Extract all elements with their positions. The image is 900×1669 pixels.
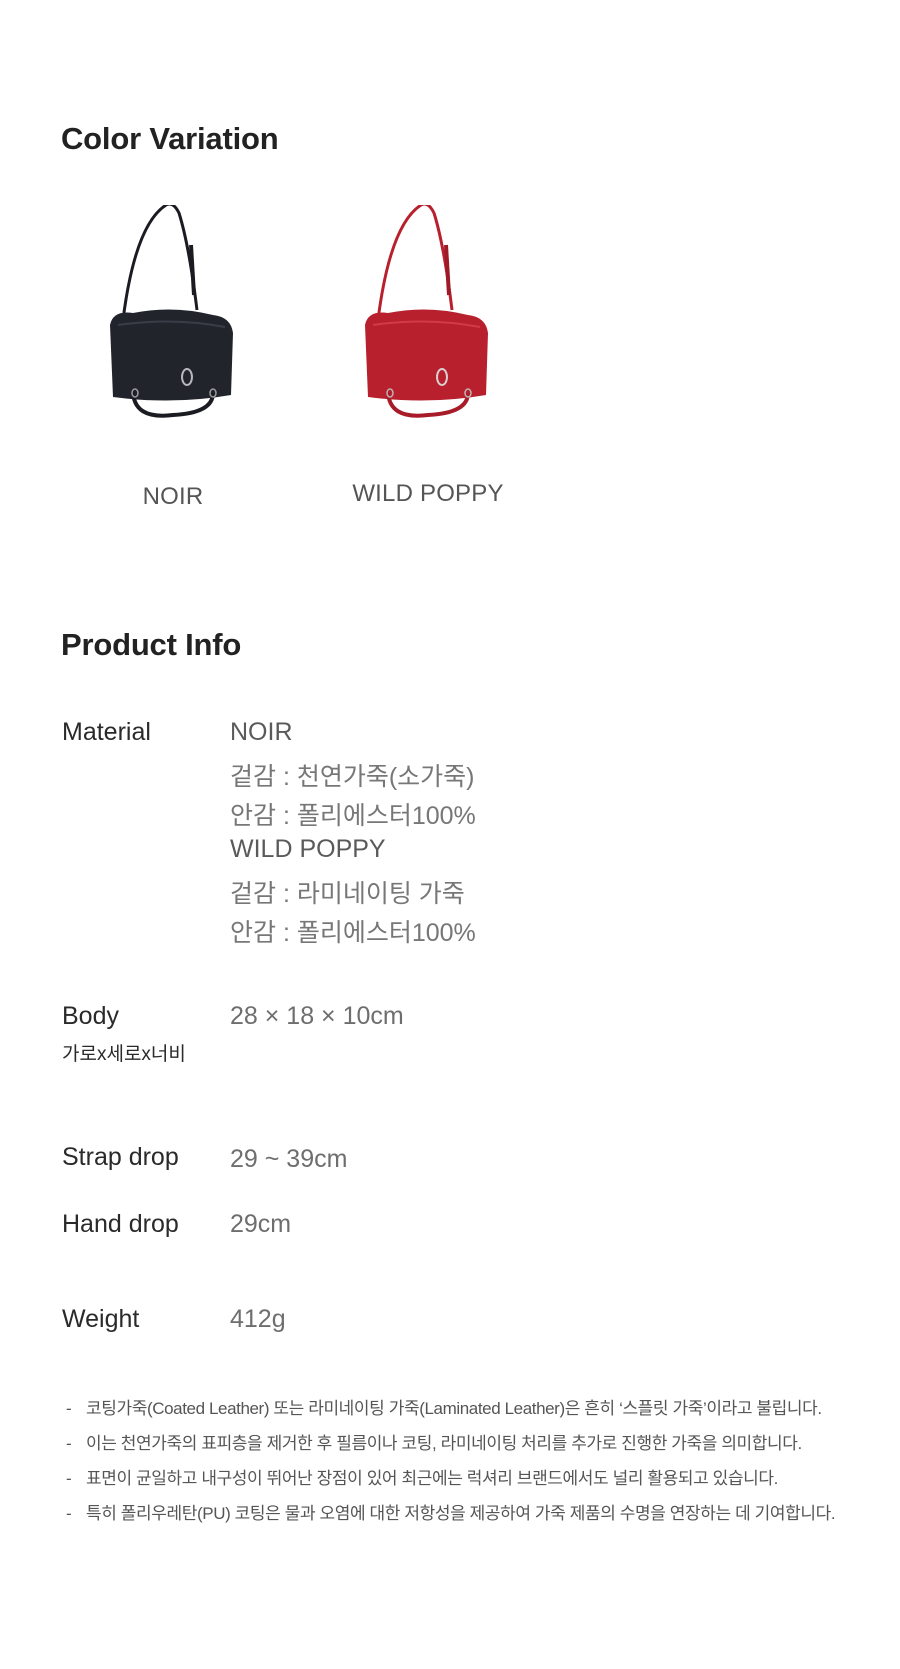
note-item: - 표면이 균일하고 내구성이 뛰어난 장점이 있어 최근에는 럭셔리 브랜드에서… <box>66 1464 778 1489</box>
bag-image-noir <box>110 205 233 418</box>
variant-name-wild-poppy: WILD POPPY <box>352 480 504 507</box>
bag-image-wild-poppy <box>365 205 488 418</box>
hand-drop-label: Hand drop <box>62 1210 179 1238</box>
note-text: 이는 천연가죽의 표피층을 제거한 후 필름이나 코팅, 라미네이팅 처리를 추… <box>86 1434 802 1453</box>
color-variation-title: Color Variation <box>61 121 279 156</box>
material-line-poppy-outer: 겉감 : 라미네이팅 가죽 <box>230 880 465 908</box>
strap-drop-label: Strap drop <box>62 1143 179 1171</box>
note-bullet: - <box>66 1504 72 1523</box>
product-info-title: Product Info <box>61 627 242 662</box>
color-option-wild-poppy[interactable]: WILD POPPY <box>318 205 538 507</box>
note-text: 특히 폴리우레탄(PU) 코팅은 물과 오염에 대한 저항성을 제공하여 가죽 … <box>86 1504 836 1523</box>
body-label: Body <box>62 1002 119 1030</box>
note-item: - 특히 폴리우레탄(PU) 코팅은 물과 오염에 대한 저항성을 제공하여 가죽… <box>66 1499 836 1524</box>
material-line-noir-outer: 겉감 : 천연가죽(소가죽) <box>230 763 475 791</box>
note-text: 표면이 균일하고 내구성이 뛰어난 장점이 있어 최근에는 럭셔리 브랜드에서도… <box>86 1469 778 1488</box>
note-item: - 코팅가죽(Coated Leather) 또는 라미네이팅 가죽(Lamina… <box>66 1394 822 1419</box>
strap-drop-value: 29 ~ 39cm <box>230 1145 348 1173</box>
hand-drop-value: 29cm <box>230 1210 292 1238</box>
material-line-noir-lining: 안감 : 폴리에스터100% <box>230 802 476 830</box>
color-option-noir[interactable]: NOIR <box>63 205 283 510</box>
material-line-noir: NOIR <box>230 718 293 746</box>
weight-label: Weight <box>62 1305 140 1333</box>
material-line-wild-poppy: WILD POPPY <box>230 835 386 863</box>
material-line-poppy-lining: 안감 : 폴리에스터100% <box>230 919 476 947</box>
weight-value: 412g <box>230 1305 286 1333</box>
material-label: Material <box>62 718 151 746</box>
body-sublabel: 가로x세로x너비 <box>62 1044 186 1065</box>
note-bullet: - <box>66 1434 72 1453</box>
variant-name-noir: NOIR <box>142 483 204 510</box>
note-bullet: - <box>66 1399 72 1418</box>
note-text: 코팅가죽(Coated Leather) 또는 라미네이팅 가죽(Laminat… <box>86 1399 822 1418</box>
note-bullet: - <box>66 1469 72 1488</box>
body-value: 28 × 18 × 10cm <box>230 1002 404 1030</box>
note-item: - 이는 천연가죽의 표피층을 제거한 후 필름이나 코팅, 라미네이팅 처리를 … <box>66 1429 802 1454</box>
